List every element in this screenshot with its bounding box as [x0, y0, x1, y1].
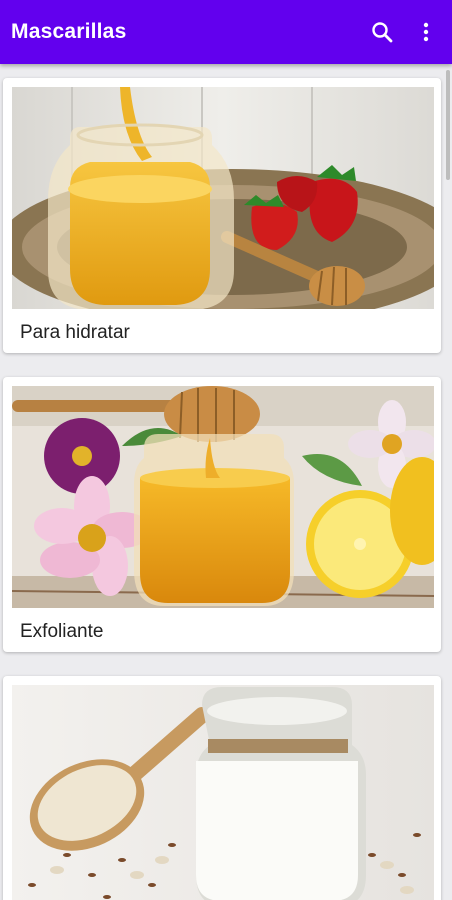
card-image	[12, 685, 434, 900]
card-para-hidratar[interactable]: Para hidratar	[3, 78, 441, 353]
card-image	[12, 386, 434, 608]
app-bar: Mascarillas	[0, 0, 452, 64]
scrollbar[interactable]	[446, 70, 450, 180]
card-label: Para hidratar	[20, 322, 130, 343]
card-yogurt-avena[interactable]	[3, 676, 441, 900]
mask-list[interactable]: Para hidratar Exfoliante	[0, 64, 452, 900]
card-label: Exfoliante	[20, 621, 104, 642]
search-icon[interactable]	[366, 16, 398, 48]
app-title: Mascarillas	[11, 20, 127, 43]
more-vert-icon[interactable]	[410, 16, 442, 48]
card-exfoliante[interactable]: Exfoliante	[3, 377, 441, 652]
card-image	[12, 87, 434, 309]
